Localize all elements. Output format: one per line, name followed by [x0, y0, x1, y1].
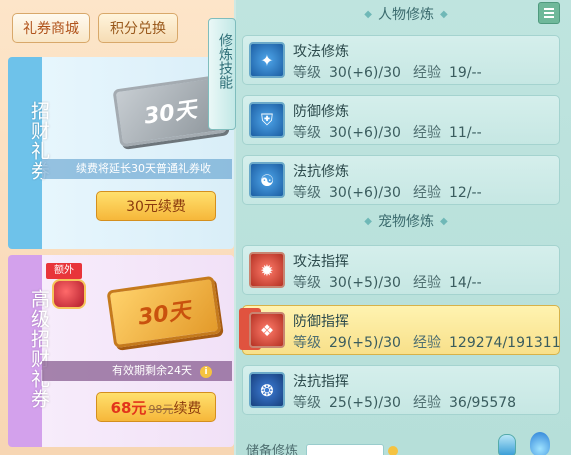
voucher-shop-panel: 礼券商城 积分兑换 招财礼券 30天 续费将延长30天普通礼券收 30元续费 高…	[0, 0, 234, 455]
skill-level: 等级 25(+5)/30	[293, 395, 401, 411]
character-section-label: 人物修炼	[378, 7, 434, 23]
skill-level: 等级 30(+6)/30	[293, 125, 401, 141]
character-section-title: ◆ 人物修炼 ◆	[364, 7, 448, 23]
pet-section-label: 宠物修炼	[378, 214, 434, 230]
cultivation-skill-tab[interactable]: 修炼技能	[208, 18, 236, 130]
resist-skill-icon: ☯	[249, 162, 285, 198]
tab-points-exchange[interactable]: 积分兑换	[98, 13, 178, 43]
edit-icon[interactable]	[538, 2, 560, 24]
reserve-cultivation-label: 储备修炼	[246, 444, 299, 455]
pet-skill-row-attack[interactable]: ✹ 攻法指挥 等级 30(+5)/30 经验 14/--	[242, 245, 560, 295]
voucher-card-premium: 高级招财礼券 额外 30天 有效期剩余24天 i 68元 98元续费	[8, 255, 234, 447]
reserve-cultivation-field[interactable]	[306, 444, 384, 455]
renew-note: 续费将延长30天普通礼券收	[42, 159, 232, 179]
cultivation-skill-tab-label: 修炼技能	[217, 33, 233, 89]
skill-row-defense[interactable]: ⛨ 防御修炼 等级 30(+6)/30 经验 11/--	[242, 95, 560, 145]
potion-icon[interactable]	[498, 434, 516, 455]
tab-voucher-shop[interactable]: 礼券商城	[12, 13, 90, 43]
ticket-days: 30天	[142, 97, 199, 130]
renew-label: 续费	[173, 401, 202, 417]
current-price: 68元	[110, 399, 147, 417]
skill-level: 等级 29(+5)/30	[293, 335, 401, 351]
skill-exp: 经验 11/--	[413, 125, 482, 141]
skill-name: 防御修炼	[293, 104, 349, 120]
voucher-card-basic: 招财礼券 30天 续费将延长30天普通礼券收 30元续费	[8, 57, 234, 249]
cultivation-panel: ◆ 人物修炼 ◆ ✦ 攻法修炼 等级 30(+6)/30 经验 19/-- ⛨ 防御修炼…	[236, 0, 571, 455]
pet-skill-row-resist[interactable]: ❂ 法抗指挥 等级 25(+5)/30 经验 36/95578	[242, 365, 560, 415]
skill-level: 等级 30(+6)/30	[293, 185, 401, 201]
renew-button-premium[interactable]: 68元 98元续费	[96, 392, 216, 422]
skill-name: 法抗修炼	[293, 164, 349, 180]
skill-exp: 经验 14/--	[413, 275, 482, 291]
flame-icon[interactable]	[530, 432, 550, 455]
skill-exp: 经验 36/95578	[413, 395, 517, 411]
pet-resist-icon: ❂	[249, 372, 285, 408]
gift-bag-icon[interactable]	[52, 279, 86, 309]
info-icon[interactable]: i	[200, 366, 212, 378]
pet-attack-icon: ✹	[249, 252, 285, 288]
skill-level: 等级 30(+5)/30	[293, 275, 401, 291]
skill-name: 攻法修炼	[293, 44, 349, 60]
old-price: 98元	[148, 403, 174, 416]
info-icon[interactable]	[388, 446, 398, 455]
pet-defense-icon: ❖	[249, 312, 285, 348]
skill-row-resist[interactable]: ☯ 法抗修炼 等级 30(+6)/30 经验 12/--	[242, 155, 560, 205]
attack-skill-icon: ✦	[249, 42, 285, 78]
skill-name: 法抗指挥	[293, 374, 349, 390]
card-side-label: 高级招财礼券	[28, 289, 50, 409]
validity-note: 有效期剩余24天 i	[42, 361, 232, 381]
gold-ticket-icon: 30天	[106, 275, 222, 349]
validity-text: 有效期剩余24天	[112, 364, 192, 377]
shield-skill-icon: ⛨	[249, 102, 285, 138]
skill-level: 等级 30(+6)/30	[293, 65, 401, 81]
pet-skill-row-defense[interactable]: 修炼中 ❖ 防御指挥 等级29(+5)/30 经验129274/191311	[239, 305, 561, 355]
skill-exp: 经验 129274/191311	[413, 335, 561, 351]
skill-row-attack[interactable]: ✦ 攻法修炼 等级 30(+6)/30 经验 19/--	[242, 35, 560, 85]
renew-button-basic[interactable]: 30元续费	[96, 191, 216, 221]
skill-name: 防御指挥	[293, 314, 349, 330]
bonus-badge: 额外	[46, 263, 82, 279]
skill-exp: 经验 12/--	[413, 185, 482, 201]
ticket-days: 30天	[136, 298, 193, 331]
pet-section-title: ◆ 宠物修炼 ◆	[364, 214, 448, 230]
skill-exp: 经验 19/--	[413, 65, 482, 81]
skill-name: 攻法指挥	[293, 254, 349, 270]
